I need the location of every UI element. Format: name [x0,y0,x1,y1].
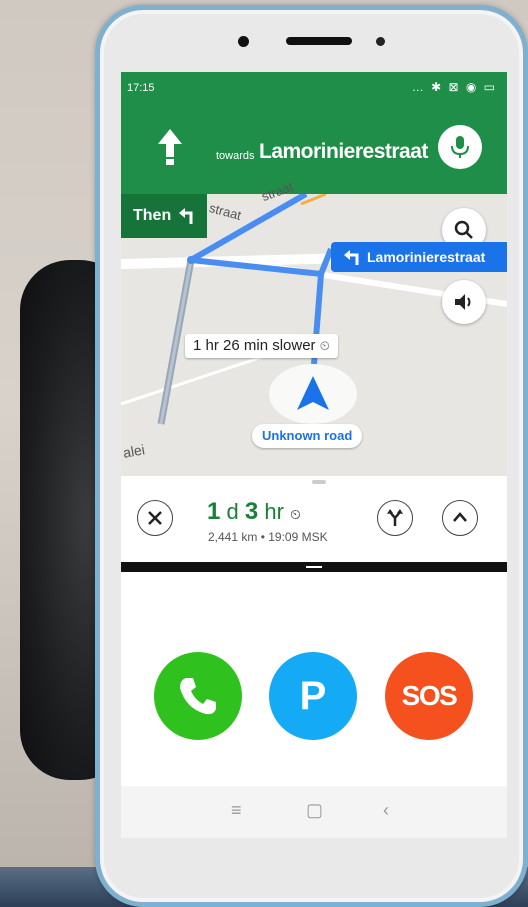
alternate-route-icon: ⏲ [290,506,301,522]
split-screen-divider[interactable] [121,562,507,572]
phone-icon [180,678,216,715]
delay-text: 1 hr 26 min slower [193,337,316,354]
status-time: 17:15 [127,82,155,94]
sos-label: SOS [401,680,458,711]
call-button[interactable] [154,652,242,740]
navigation-header[interactable]: towards Lamorinierestraat [121,102,507,194]
eta-hours: 3 [244,498,259,525]
then-turn-banner[interactable]: Then [121,194,207,238]
delay-label: 1 hr 26 min slower ⏲ [185,334,338,358]
turn-callout-street: Lamorinierestraat [367,249,486,265]
eta-days-unit: d [226,499,239,524]
sos-button[interactable]: SOS [385,652,473,740]
sound-button[interactable] [442,280,486,324]
front-camera [238,36,249,47]
search-icon [454,220,473,239]
phone-screen: 17:15 … ✱ ⊠ ◉ ▭ towards Lamorinierestraa… [121,72,507,838]
voice-search-button[interactable] [438,125,482,169]
turn-callout: Lamorinierestraat [331,242,507,272]
alternate-route-icon: ⏲ [319,338,330,353]
navigation-arrow-icon [297,376,329,410]
turn-left-icon [179,208,193,224]
current-road-label: Unknown road [252,424,363,448]
parking-button[interactable]: P [269,652,357,740]
proximity-sensor [376,37,385,46]
chevron-up-icon [453,512,467,522]
alternate-routes-button[interactable] [377,500,413,536]
back-icon[interactable]: ‹ [383,800,389,821]
arrow-up-icon [158,129,182,165]
location-puck [269,364,357,424]
exit-navigation-button[interactable] [137,500,173,536]
menu-icon[interactable]: ≡ [231,800,242,821]
system-navigation-bar: ≡ ▢ ‹ [121,786,507,838]
turn-left-icon [344,250,359,265]
eta-days: 1 [207,498,221,525]
status-bar: 17:15 … ✱ ⊠ ◉ ▭ [121,72,507,102]
earpiece-speaker [286,37,352,45]
eta-hours-unit: hr [264,499,284,524]
distance-arrival: 2,441 km • 19:09 MSK [208,530,328,544]
parking-label: P [299,674,327,718]
expand-sheet-button[interactable] [442,500,478,536]
volume-icon [455,294,471,310]
route-fork-icon [387,509,403,526]
sheet-drag-handle[interactable] [312,480,326,484]
status-icons: … ✱ ⊠ ◉ ▭ [411,80,497,94]
then-label: Then [133,207,172,224]
towards-prefix: towards [216,150,255,162]
next-street-name: Lamorinierestraat [259,140,428,163]
microphone-icon [451,136,469,158]
close-icon [148,511,162,525]
eta-duration: 1 d 3 hr ⏲ [207,498,301,526]
home-icon[interactable]: ▢ [306,800,323,821]
